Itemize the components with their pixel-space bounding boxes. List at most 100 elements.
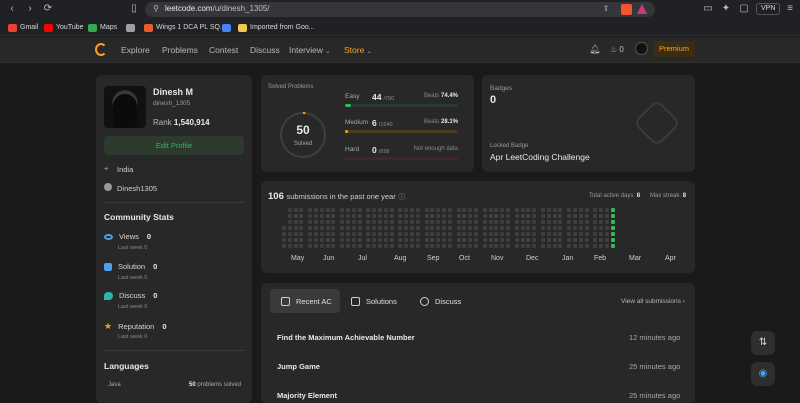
heatmap-cell[interactable] xyxy=(526,220,531,224)
heatmap-cell[interactable] xyxy=(372,220,377,224)
heatmap-cell[interactable] xyxy=(308,232,313,236)
heatmap-cell[interactable] xyxy=(599,208,604,212)
heatmap-cell[interactable] xyxy=(506,226,510,230)
heatmap-cell[interactable] xyxy=(462,232,467,236)
heatmap-cell[interactable] xyxy=(366,226,371,230)
heatmap-cell[interactable] xyxy=(436,208,441,212)
heatmap-cell[interactable] xyxy=(520,220,525,224)
heatmap-cell[interactable] xyxy=(430,220,435,224)
heatmap-cell[interactable] xyxy=(372,232,377,236)
heatmap-cell[interactable] xyxy=(573,226,577,230)
heatmap-cell[interactable] xyxy=(573,208,577,212)
heatmap-cell[interactable] xyxy=(436,214,441,218)
recent-item-title[interactable]: Find the Maximum Achievable Number xyxy=(277,333,415,342)
heatmap-cell[interactable] xyxy=(378,238,382,242)
heatmap-cell[interactable] xyxy=(340,214,345,218)
heatmap-cell[interactable] xyxy=(340,208,345,212)
heatmap-cell[interactable] xyxy=(447,232,452,236)
heatmap-cell[interactable] xyxy=(282,226,286,230)
heatmap-cell[interactable] xyxy=(482,208,487,212)
heatmap-cell[interactable] xyxy=(447,238,452,242)
heatmap-cell[interactable] xyxy=(410,226,414,230)
avatar[interactable] xyxy=(635,42,648,55)
heatmap-cell[interactable] xyxy=(494,238,499,242)
heatmap-cell[interactable] xyxy=(482,232,487,236)
heatmap-cell[interactable] xyxy=(541,214,545,218)
heatmap-cell[interactable] xyxy=(514,220,519,224)
heatmap-cell[interactable] xyxy=(500,226,505,230)
heatmap-cell[interactable] xyxy=(567,232,572,236)
heatmap-cell[interactable] xyxy=(546,208,551,212)
heatmap-cell[interactable] xyxy=(340,238,345,242)
heatmap-cell[interactable] xyxy=(293,226,298,230)
heatmap-cell[interactable] xyxy=(410,214,414,218)
heatmap-cell[interactable] xyxy=(378,208,382,212)
heatmap-cell[interactable] xyxy=(372,244,377,248)
heatmap-cell[interactable] xyxy=(436,238,441,242)
heatmap-cell[interactable] xyxy=(593,214,598,218)
heatmap-cell[interactable] xyxy=(346,208,350,212)
heatmap-cell[interactable] xyxy=(605,238,609,242)
heatmap-cell[interactable] xyxy=(436,220,441,224)
heatmap-cell[interactable] xyxy=(331,238,336,242)
heatmap-cell[interactable] xyxy=(442,244,446,248)
wallet-icon[interactable]: ▢ xyxy=(738,3,750,15)
switch-layout-button[interactable]: ⇅ xyxy=(751,331,775,355)
heatmap-cell[interactable] xyxy=(552,232,557,236)
heatmap-cell[interactable] xyxy=(314,238,318,242)
leetcode-logo-icon[interactable] xyxy=(95,43,107,56)
heatmap-cell[interactable] xyxy=(447,208,452,212)
heatmap-cell[interactable] xyxy=(532,232,537,236)
heatmap-cell[interactable] xyxy=(456,232,461,236)
heatmap-cell[interactable] xyxy=(520,238,525,242)
heatmap-cell[interactable] xyxy=(430,226,435,230)
heatmap-cell[interactable] xyxy=(366,238,371,242)
heatmap-cell[interactable] xyxy=(293,220,298,224)
heatmap-cell[interactable] xyxy=(366,208,371,212)
heatmap-cell[interactable] xyxy=(494,226,499,230)
heatmap-cell[interactable] xyxy=(378,220,382,224)
heatmap-cell[interactable] xyxy=(357,214,362,218)
heatmap-cell[interactable] xyxy=(299,220,304,224)
heatmap-cell[interactable] xyxy=(389,232,394,236)
heatmap-cell[interactable] xyxy=(383,244,388,248)
heatmap-cell[interactable] xyxy=(558,214,563,218)
heatmap-cell[interactable] xyxy=(346,244,350,248)
heatmap-cell[interactable] xyxy=(578,244,583,248)
heatmap-cell[interactable] xyxy=(351,244,356,248)
heatmap-cell[interactable] xyxy=(578,232,583,236)
heatmap-cell[interactable] xyxy=(605,220,609,224)
heatmap-cell[interactable] xyxy=(610,208,615,212)
heatmap-cell[interactable] xyxy=(546,226,551,230)
heatmap-cell[interactable] xyxy=(494,220,499,224)
heatmap-cell[interactable] xyxy=(346,238,350,242)
heatmap-cell[interactable] xyxy=(474,226,478,230)
heatmap-cell[interactable] xyxy=(430,214,435,218)
heatmap-cell[interactable] xyxy=(383,226,388,230)
heatmap-cell[interactable] xyxy=(506,208,510,212)
feedback-button[interactable]: ◉ xyxy=(751,362,775,386)
share-icon[interactable]: ⇪ xyxy=(600,3,612,15)
heatmap-cell[interactable] xyxy=(319,244,324,248)
nav-discuss[interactable]: Discuss xyxy=(250,45,280,55)
heatmap-cell[interactable] xyxy=(567,238,572,242)
heatmap-cell[interactable] xyxy=(526,244,531,248)
heatmap-cell[interactable] xyxy=(351,226,356,230)
heatmap-cell[interactable] xyxy=(383,238,388,242)
heatmap-cell[interactable] xyxy=(488,226,493,230)
heatmap-cell[interactable] xyxy=(357,220,362,224)
heatmap-cell[interactable] xyxy=(282,214,286,218)
heatmap-cell[interactable] xyxy=(456,244,461,248)
bookmark-youtube[interactable]: YouTube xyxy=(44,22,84,33)
heatmap-cell[interactable] xyxy=(532,244,537,248)
heatmap-cell[interactable] xyxy=(442,220,446,224)
heatmap-cell[interactable] xyxy=(314,232,318,236)
heatmap-cell[interactable] xyxy=(546,232,551,236)
tab-discuss[interactable]: Discuss xyxy=(420,297,461,306)
heatmap-cell[interactable] xyxy=(599,214,604,218)
heatmap-cell[interactable] xyxy=(325,208,330,212)
heatmap-cell[interactable] xyxy=(599,226,604,230)
heatmap-cell[interactable] xyxy=(584,208,589,212)
heatmap-cell[interactable] xyxy=(308,208,313,212)
heatmap-cell[interactable] xyxy=(442,214,446,218)
